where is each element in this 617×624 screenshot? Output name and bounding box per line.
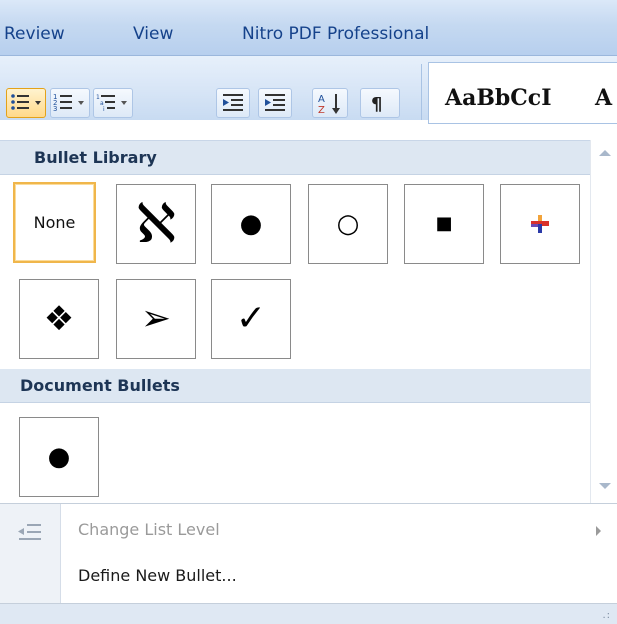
bullet-option-filled-circle[interactable]: ● <box>211 184 291 264</box>
svg-text:i: i <box>103 106 105 113</box>
bullet-option-arrowhead[interactable]: ➢ <box>116 279 196 359</box>
document-bullet-option-filled-circle[interactable]: ● <box>19 417 99 497</box>
bullet-option-diamond-cluster[interactable]: ❖ <box>19 279 99 359</box>
menu-resize-strip: .: <box>0 603 617 624</box>
square-bullet-icon: ■ <box>435 213 453 234</box>
decrease-indent-button[interactable] <box>216 88 250 118</box>
ribbon-tab-bar: Review View Nitro PDF Professional <box>0 0 617 56</box>
section-header-bullet-library: Bullet Library <box>0 141 590 175</box>
bullet-none-label: None <box>33 213 76 232</box>
tab-review[interactable]: Review <box>4 24 65 44</box>
checkmark-bullet-icon: ✓ <box>235 298 267 339</box>
increase-indent-icon <box>265 94 285 111</box>
bullet-option-alef[interactable]: ℵ <box>116 184 196 264</box>
style-sample-next[interactable]: A <box>595 85 612 111</box>
bullets-button[interactable] <box>6 88 46 118</box>
tab-view[interactable]: View <box>133 24 173 44</box>
numbering-button[interactable]: 1 2 3 <box>50 88 90 118</box>
numbered-list-icon: 1 2 3 <box>53 93 84 113</box>
pilcrow-icon: ¶ <box>371 94 382 115</box>
scroll-down-arrow-icon[interactable] <box>599 483 611 489</box>
bullet-option-colored-cross[interactable]: + <box>500 184 580 264</box>
change-list-level-icon <box>18 524 41 540</box>
section-header-document-bullets: Document Bullets <box>0 369 590 403</box>
bullet-option-hollow-circle[interactable]: ○ <box>308 184 388 264</box>
multilevel-list-icon: 1 a i <box>96 94 127 113</box>
submenu-arrow-icon <box>596 526 601 536</box>
ribbon-group-separator <box>421 64 422 120</box>
increase-indent-button[interactable] <box>258 88 292 118</box>
multilevel-list-button[interactable]: 1 a i <box>93 88 133 118</box>
menu-icon-gutter <box>0 504 61 604</box>
show-formatting-button[interactable]: ¶ <box>360 88 400 118</box>
quick-styles-gallery[interactable]: AaBbCcI A <box>428 62 617 124</box>
bullet-option-checkmark[interactable]: ✓ <box>211 279 291 359</box>
style-sample-normal[interactable]: AaBbCcI <box>445 85 552 111</box>
bullet-option-square[interactable]: ■ <box>404 184 484 264</box>
change-list-level-menu-item: Change List Level <box>78 520 220 539</box>
filled-circle-bullet-icon: ● <box>47 442 71 472</box>
bullet-option-none[interactable]: None <box>13 182 96 263</box>
svg-text:¶: ¶ <box>371 94 382 115</box>
bulleted-list-icon <box>11 94 41 110</box>
decrease-indent-icon <box>223 94 243 111</box>
svg-text:3: 3 <box>53 105 57 113</box>
arrowhead-bullet-icon: ➢ <box>140 298 172 339</box>
sort-button[interactable]: A Z <box>312 88 348 118</box>
svg-text:A: A <box>318 94 325 105</box>
svg-text:Z: Z <box>318 105 325 116</box>
colored-cross-bullet-icon <box>531 215 549 233</box>
scroll-up-arrow-icon[interactable] <box>599 150 611 156</box>
bullet-gallery-scrollbar[interactable] <box>590 140 617 503</box>
tab-nitro-pdf-professional[interactable]: Nitro PDF Professional <box>242 24 429 44</box>
define-new-bullet-menu-item[interactable]: Define New Bullet... <box>78 566 237 585</box>
bullet-menu-commands: Change List Level Define New Bullet... <box>0 503 617 604</box>
alef-bullet-icon: ℵ <box>135 192 177 255</box>
diamond-cluster-bullet-icon: ❖ <box>43 299 75 339</box>
filled-circle-bullet-icon: ● <box>239 209 263 239</box>
resize-grip-icon[interactable]: .: <box>602 610 611 621</box>
sort-az-icon: A Z <box>318 94 340 116</box>
hollow-circle-bullet-icon: ○ <box>336 209 360 239</box>
